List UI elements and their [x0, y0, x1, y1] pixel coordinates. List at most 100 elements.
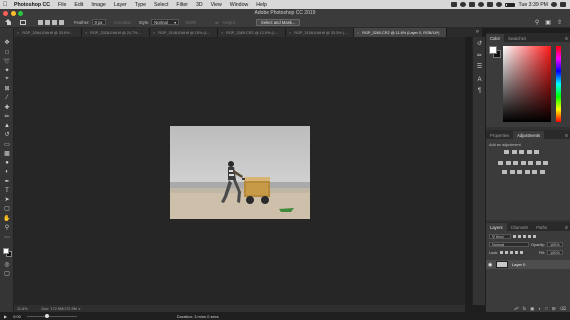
close-tab-icon[interactable]: × [153, 31, 155, 35]
menu-type[interactable]: Type [131, 2, 150, 8]
gradient-tool-icon[interactable]: ▩ [3, 150, 11, 157]
posterize-icon[interactable] [509, 170, 515, 174]
magic-wand-tool-icon[interactable]: ✦ [3, 67, 11, 74]
marquee-tool-icon[interactable]: □ [3, 49, 11, 56]
shape-filter-icon[interactable] [528, 235, 531, 238]
close-tab-icon[interactable]: × [289, 31, 291, 35]
pen-tool-icon[interactable]: ✒ [3, 178, 11, 185]
menu-app[interactable]: Photoshop CC [10, 2, 54, 8]
minimize-window-button[interactable] [10, 10, 16, 16]
wifi-icon[interactable] [496, 2, 503, 7]
delete-layer-icon[interactable]: ⌫ [560, 306, 566, 312]
type-tool-icon[interactable]: T [3, 187, 11, 194]
close-tab-icon[interactable]: × [221, 31, 223, 35]
hand-tool-icon[interactable]: ✋ [3, 215, 11, 222]
hue-slider[interactable] [556, 46, 561, 122]
foreground-color-swatch[interactable] [3, 248, 9, 254]
close-tab-icon[interactable]: × [357, 31, 359, 35]
brightness-icon[interactable] [504, 150, 509, 154]
adjust-panel-icon[interactable]: ☰ [476, 63, 483, 70]
vibrance-icon[interactable] [498, 161, 503, 165]
tab-paths[interactable]: Paths [532, 223, 551, 231]
quick-mask-icon[interactable]: ◎ [3, 261, 11, 268]
path-selection-tool-icon[interactable]: ➤ [3, 196, 11, 203]
type-filter-icon[interactable] [523, 235, 526, 238]
lasso-tool-icon[interactable]: ➰ [3, 58, 11, 65]
menu-file[interactable]: File [54, 2, 70, 8]
antialias-checkbox[interactable]: Anti-alias [114, 20, 131, 25]
new-fill-layer-icon[interactable]: ◐ [538, 306, 541, 312]
hue-saturation-icon[interactable] [505, 161, 511, 165]
tab-color[interactable]: Color [486, 34, 505, 42]
character-panel-icon[interactable]: A [476, 77, 483, 83]
battery-icon[interactable] [505, 2, 516, 7]
feather-input[interactable]: 0 px [91, 19, 106, 25]
curves-icon[interactable] [519, 150, 524, 154]
history-panel-icon[interactable]: ↺ [476, 40, 483, 47]
add-selection-icon[interactable] [45, 19, 50, 25]
history-brush-tool-icon[interactable]: ↺ [3, 131, 11, 138]
fill-input[interactable]: 100% [546, 250, 563, 255]
layer-thumbnail[interactable] [496, 261, 508, 268]
intersect-selection-icon[interactable] [59, 19, 64, 25]
menu-filter[interactable]: Filter [172, 2, 192, 8]
blend-mode-select[interactable]: Normal [489, 242, 529, 247]
gradient-triangle-icon[interactable] [534, 150, 539, 154]
eraser-tool-icon[interactable]: ▭ [3, 141, 11, 148]
black-white-icon[interactable] [520, 161, 526, 165]
menu-image[interactable]: Image [87, 2, 109, 8]
playback-scrubber[interactable] [26, 314, 77, 318]
levels-icon[interactable] [511, 150, 517, 154]
subtract-selection-icon[interactable] [52, 19, 57, 25]
menu-layer[interactable]: Layer [110, 2, 131, 8]
menu-window[interactable]: Window [226, 2, 252, 8]
doc-tab-5[interactable]: × RGP_3158-Edit.tif @ 33.3% (... [286, 28, 354, 37]
swap-width-height-icon[interactable]: ⇄ [215, 20, 219, 25]
doc-tab-3[interactable]: × RGP_3148-Edit.tif @ 15% (L... [150, 28, 218, 37]
layer-name[interactable]: Layer 0 [512, 262, 525, 267]
dodge-tool-icon[interactable]: ◐ [3, 168, 11, 175]
blur-tool-icon[interactable]: ● [3, 159, 11, 166]
color-field[interactable] [503, 46, 551, 122]
more-tools-icon[interactable]: ⋯ [3, 234, 11, 241]
exposure-icon[interactable] [526, 150, 532, 154]
menu-select[interactable]: Select [150, 2, 172, 8]
lock-position-icon[interactable] [510, 251, 514, 254]
tab-swatches[interactable]: Swatches [504, 34, 530, 42]
new-selection-icon[interactable] [38, 19, 43, 25]
opacity-input[interactable]: 100% [546, 242, 563, 247]
invert-icon[interactable] [502, 170, 507, 174]
rectangle-tool-icon[interactable]: ▢ [3, 205, 11, 212]
tab-layers[interactable]: Layers [486, 223, 507, 231]
gradient-map-icon[interactable] [524, 170, 530, 174]
clone-stamp-tool-icon[interactable]: ▲ [3, 122, 11, 129]
document-image[interactable] [170, 126, 310, 219]
creative-cloud-icon[interactable] [460, 2, 467, 7]
lock-all-icon[interactable] [520, 251, 524, 254]
sync-icon[interactable] [478, 2, 485, 7]
zoom-window-button[interactable] [18, 10, 23, 16]
share-icon[interactable]: ⇧ [557, 19, 562, 26]
threshold-icon[interactable] [517, 170, 522, 174]
shadows-icon[interactable] [539, 170, 545, 174]
style-select[interactable]: Normal ▾ [151, 19, 180, 25]
tab-channels[interactable]: Channels [507, 223, 533, 231]
rectangular-marquee-icon[interactable] [20, 19, 26, 25]
eyedropper-tool-icon[interactable]: ⁄ [3, 94, 11, 101]
workspace-icon[interactable]: ▣ [545, 19, 551, 26]
zoom-level[interactable]: 11.6% [17, 307, 27, 311]
visibility-eye-icon[interactable]: ◉ [488, 262, 493, 268]
lock-transparent-icon[interactable] [500, 251, 504, 254]
new-layer-icon[interactable]: ⊞ [552, 306, 556, 312]
close-tab-icon[interactable]: × [17, 31, 19, 35]
menu-edit[interactable]: Edit [70, 2, 87, 8]
bluetooth-icon[interactable] [487, 2, 494, 7]
link-layers-icon[interactable]: ☍ [514, 306, 519, 312]
layer-style-icon[interactable]: fx [523, 306, 527, 312]
menu-3d[interactable]: 3D [192, 2, 207, 8]
screen-record-icon[interactable] [451, 2, 458, 7]
panel-menu-icon[interactable]: ≡ [565, 133, 570, 139]
lock-artboard-icon[interactable] [515, 251, 519, 254]
clock[interactable]: Tue 3:39 PM [518, 2, 548, 8]
color-balance-icon[interactable] [513, 161, 518, 165]
